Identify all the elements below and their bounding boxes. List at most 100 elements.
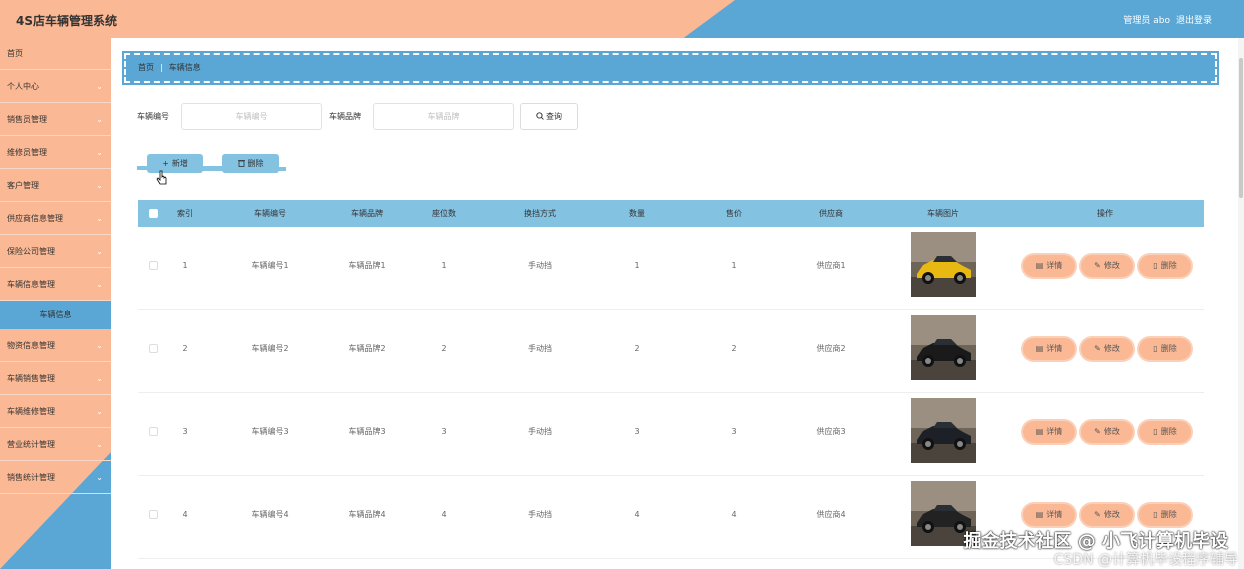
- sidebar-item-label: 销售统计管理: [7, 473, 55, 482]
- cell-seats: 3: [441, 427, 447, 436]
- edit-button[interactable]: ✎ 修改: [1081, 255, 1133, 277]
- cell-price: 1: [731, 261, 737, 270]
- row-delete-button[interactable]: ▯ 删除: [1139, 421, 1191, 443]
- cell-index: 3: [182, 427, 188, 436]
- logout-link[interactable]: 退出登录: [1176, 13, 1212, 26]
- car-photo: [911, 398, 976, 463]
- vehicle-table: 索引 车辆编号 车辆品牌 座位数 换挡方式 数量 售价 供应商 车辆图片 操作 1 车辆编号1 车辆品…: [138, 200, 1204, 559]
- column-header: 供应商: [819, 209, 843, 218]
- row-delete-button[interactable]: ▯ 删除: [1139, 504, 1191, 526]
- trash-icon: ▯: [1153, 427, 1158, 436]
- chevron-down-icon: ⌄: [96, 473, 103, 482]
- cell-supplier: 供应商4: [816, 510, 846, 519]
- sidebar-item[interactable]: 首页: [0, 38, 111, 70]
- chevron-down-icon: ⌄: [96, 247, 103, 256]
- document-icon: ▤: [1035, 261, 1044, 270]
- search-button[interactable]: 查询: [520, 103, 578, 130]
- vertical-scrollbar[interactable]: [1238, 38, 1244, 569]
- edit-button[interactable]: ✎ 修改: [1081, 504, 1133, 526]
- sidebar-item[interactable]: 客户管理 ⌄: [0, 169, 111, 202]
- detail-button[interactable]: ▤ 详情: [1023, 421, 1075, 443]
- cell-seats: 4: [441, 510, 447, 519]
- chevron-down-icon: ⌄: [96, 82, 103, 91]
- edit-icon: ✎: [1094, 427, 1101, 436]
- column-header: 车辆编号: [254, 209, 286, 218]
- breadcrumb: 首页 | 车辆信息: [122, 51, 1219, 85]
- trash-icon: ▯: [1153, 261, 1158, 270]
- breadcrumb-home[interactable]: 首页: [138, 63, 154, 72]
- row-delete-button[interactable]: ▯ 删除: [1139, 255, 1191, 277]
- vehicle-image: [911, 232, 976, 297]
- sidebar-item-label: 车辆销售管理: [7, 374, 55, 383]
- cell-qty: 1: [634, 261, 640, 270]
- document-icon: ▤: [1035, 427, 1044, 436]
- delete-button[interactable]: 删除: [222, 154, 279, 173]
- cell-code: 车辆编号2: [251, 344, 289, 353]
- chevron-down-icon: ⌄: [96, 115, 103, 124]
- sidebar-item[interactable]: 销售统计管理 ⌄: [0, 461, 111, 494]
- sidebar-item[interactable]: 营业统计管理 ⌄: [0, 428, 111, 461]
- cell-index: 2: [182, 344, 188, 353]
- car-photo: [911, 315, 976, 380]
- app-title: 4S店车辆管理系统: [16, 14, 117, 28]
- sidebar-item[interactable]: 保险公司管理 ⌄: [0, 235, 111, 268]
- sidebar-item[interactable]: 车辆维修管理 ⌄: [0, 395, 111, 428]
- cell-brand: 车辆品牌3: [348, 427, 386, 436]
- column-header: 座位数: [432, 209, 456, 218]
- sidebar-item[interactable]: 个人中心 ⌄: [0, 70, 111, 103]
- vehicle-code-input[interactable]: 车辆编号: [181, 103, 322, 130]
- edit-icon: ✎: [1094, 510, 1101, 519]
- column-header: 车辆图片: [927, 209, 959, 218]
- sidebar-item-label: 首页: [7, 49, 23, 58]
- cell-gear: 手动挡: [528, 510, 552, 519]
- cell-supplier: 供应商1: [816, 261, 846, 270]
- sidebar-item-label: 维修员管理: [7, 148, 47, 157]
- table-row: 2 车辆编号2 车辆品牌2 2 手动挡 2 2 供应商2 ▤ 详情 ✎ 修改 ▯ 删除: [138, 310, 1204, 393]
- car-photo: [911, 232, 976, 297]
- sidebar-item-label: 车辆维修管理: [7, 407, 55, 416]
- cell-qty: 2: [634, 344, 640, 353]
- search-icon: [536, 112, 544, 120]
- sidebar-item[interactable]: 物资信息管理 ⌄: [0, 329, 111, 362]
- cell-gear: 手动挡: [528, 344, 552, 353]
- cell-brand: 车辆品牌4: [348, 510, 386, 519]
- sidebar-item-label: 保险公司管理: [7, 247, 55, 256]
- edit-button[interactable]: ✎ 修改: [1081, 421, 1133, 443]
- chevron-down-icon: ⌄: [96, 440, 103, 449]
- column-header: 操作: [1097, 209, 1113, 218]
- sidebar-item[interactable]: 车辆销售管理 ⌄: [0, 362, 111, 395]
- sidebar-item[interactable]: 销售员管理 ⌄: [0, 103, 111, 136]
- sidebar-item-label: 个人中心: [7, 82, 39, 91]
- chevron-down-icon: ⌄: [96, 148, 103, 157]
- document-icon: ▤: [1035, 344, 1044, 353]
- sidebar-item[interactable]: 供应商信息管理 ⌄: [0, 202, 111, 235]
- detail-button[interactable]: ▤ 详情: [1023, 255, 1075, 277]
- detail-button[interactable]: ▤ 详情: [1023, 338, 1075, 360]
- vehicle-image: [911, 398, 976, 463]
- vehicle-image: [911, 315, 976, 380]
- row-delete-button[interactable]: ▯ 删除: [1139, 338, 1191, 360]
- chevron-down-icon: ⌄: [96, 407, 103, 416]
- sidebar-item[interactable]: 维修员管理 ⌄: [0, 136, 111, 169]
- table-header: 索引 车辆编号 车辆品牌 座位数 换挡方式 数量 售价 供应商 车辆图片 操作: [138, 200, 1204, 227]
- sidebar-item[interactable]: 车辆信息管理 ⌄: [0, 268, 111, 301]
- cell-seats: 1: [441, 261, 447, 270]
- breadcrumb-current: 车辆信息: [168, 63, 201, 72]
- cell-index: 1: [182, 261, 188, 270]
- column-header: 售价: [726, 209, 742, 218]
- trash-icon: ▯: [1153, 344, 1158, 353]
- vehicle-brand-input[interactable]: 车辆品牌: [373, 103, 514, 130]
- vehicle-code-label: 车辆编号: [137, 112, 169, 121]
- cell-price: 4: [731, 510, 737, 519]
- cell-index: 4: [182, 510, 188, 519]
- detail-button[interactable]: ▤ 详情: [1023, 504, 1075, 526]
- edit-button[interactable]: ✎ 修改: [1081, 338, 1133, 360]
- document-icon: ▤: [1035, 510, 1044, 519]
- sidebar-menu: 首页 个人中心 ⌄ 销售员管理 ⌄ 维修员管理 ⌄ 客户管理 ⌄ 供应商信息管理 ⌄ 保险公司管理 ⌄ 车…: [0, 38, 111, 494]
- chevron-down-icon: ⌄: [96, 280, 103, 289]
- watermark-text-2: CSDN @计算机毕设程序辅导: [1053, 552, 1238, 568]
- plus-icon: +: [162, 159, 169, 168]
- sidebar-subitem-vehicle-info[interactable]: 车辆信息: [0, 301, 111, 329]
- chevron-down-icon: ⌄: [96, 374, 103, 383]
- cell-brand: 车辆品牌1: [348, 261, 386, 270]
